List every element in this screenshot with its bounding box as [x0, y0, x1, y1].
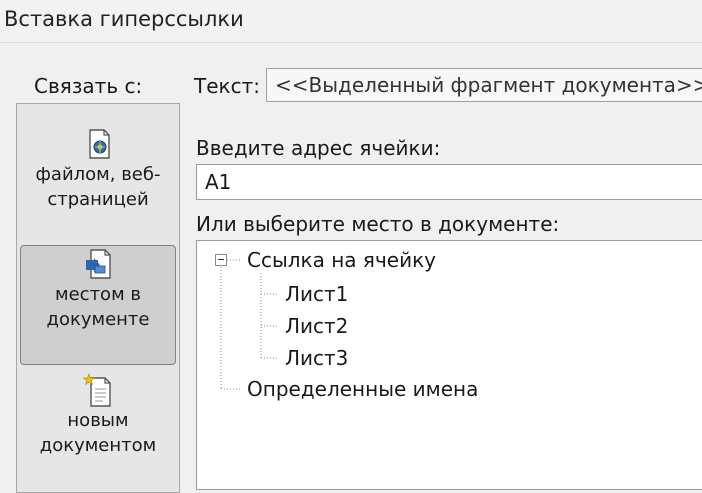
- link-with-label: Связать с:: [34, 74, 143, 98]
- sidebar-item-web-file[interactable]: файлом, веб- страницей: [20, 126, 176, 246]
- sidebar-item-label: файлом, веб- страницей: [35, 164, 161, 210]
- web-file-icon: [89, 129, 110, 159]
- tree-node-sheet[interactable]: Лист3: [285, 346, 348, 370]
- sidebar-item-label: новым документом: [39, 410, 157, 456]
- tree-connector-lines: [220, 259, 277, 390]
- sidebar-item-place-in-document[interactable]: местом в документе: [20, 245, 176, 365]
- tree-node-sheet[interactable]: Лист2: [285, 314, 348, 338]
- tree-node-sheet[interactable]: Лист1: [285, 282, 348, 306]
- dialog-title: Вставка гиперссылки: [4, 7, 244, 31]
- text-field-label: Текст:: [194, 74, 260, 98]
- cell-address-input[interactable]: A1: [196, 164, 702, 200]
- title-bar: Вставка гиперссылки: [0, 0, 702, 43]
- sidebar-item-new-document[interactable]: новым документом: [20, 372, 176, 492]
- place-in-document-icon: [86, 249, 111, 279]
- tree-node-defined-names[interactable]: Определенные имена: [247, 377, 478, 401]
- sidebar-item-label: местом в документе: [46, 284, 150, 330]
- tree-node-cell-reference[interactable]: Ссылка на ячейку: [247, 248, 436, 272]
- display-text-input[interactable]: <<Выделенный фрагмент документа>>: [266, 68, 702, 102]
- cell-address-label: Введите адрес ячейки:: [196, 136, 441, 160]
- place-tree[interactable]: Ссылка на ячейку Лист1 Лист2 Лист3 Опред…: [196, 240, 702, 490]
- collapse-icon[interactable]: [215, 254, 227, 266]
- place-in-document-label: Или выберите место в документе:: [196, 212, 560, 236]
- link-with-sidebar: файлом, веб- страницей местом в документ…: [16, 103, 180, 493]
- new-document-icon: [82, 373, 111, 407]
